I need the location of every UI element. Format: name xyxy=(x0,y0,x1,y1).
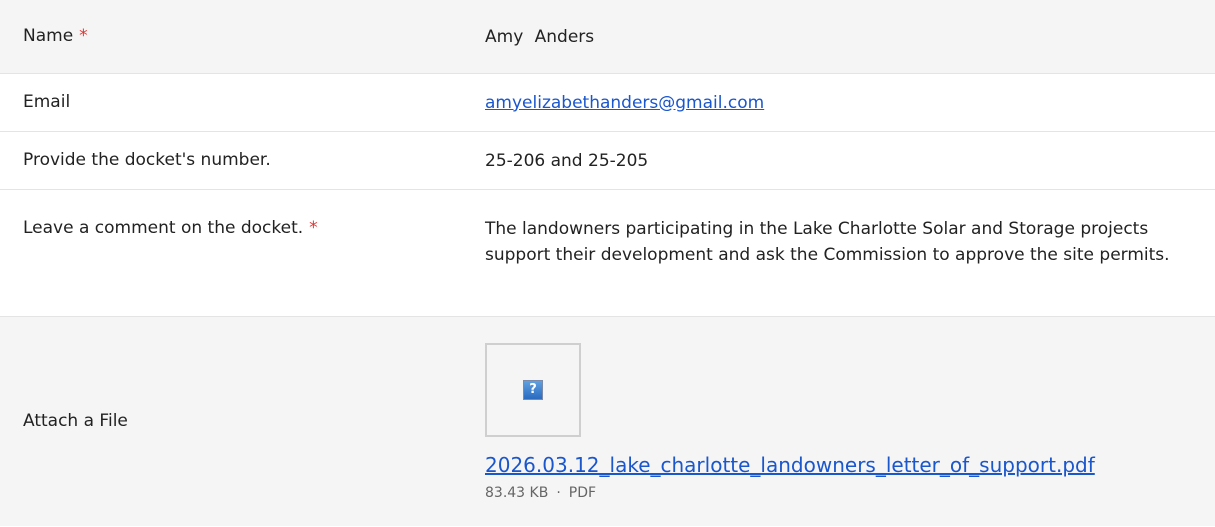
email-row: Email amyelizabethanders@gmail.com xyxy=(0,74,1215,132)
docket-number-value: 25-206 and 25-205 xyxy=(485,150,649,171)
name-row: Name * Amy Anders xyxy=(0,0,1215,74)
comment-row: Leave a comment on the docket. * The lan… xyxy=(0,190,1215,317)
file-type: PDF xyxy=(568,485,597,501)
attachment-label-cell: Attach a File xyxy=(0,317,450,526)
email-value-cell: amyelizabethanders@gmail.com xyxy=(450,74,1215,131)
attachment-thumbnail[interactable]: ? xyxy=(485,343,581,437)
comment-label: Leave a comment on the docket. xyxy=(23,218,304,238)
attachment-value-cell: ? 2026.03.12_lake_charlotte_landowners_l… xyxy=(450,317,1215,526)
docket-number-label-cell: Provide the docket's number. xyxy=(0,132,450,189)
email-label: Email xyxy=(23,92,71,112)
attachment-meta: 83.43 KB · PDF xyxy=(485,485,1095,501)
attachment-block: ? 2026.03.12_lake_charlotte_landowners_l… xyxy=(485,317,1095,501)
comment-value-cell: The landowners participating in the Lake… xyxy=(450,190,1215,316)
attachment-row: Attach a File ? 2026.03.12_lake_charlott… xyxy=(0,317,1215,526)
submission-details-table: Name * Amy Anders Email amyelizabethande… xyxy=(0,0,1215,526)
docket-number-row: Provide the docket's number. 25-206 and … xyxy=(0,132,1215,190)
name-label-cell: Name * xyxy=(0,0,450,73)
attachment-label: Attach a File xyxy=(23,411,128,431)
docket-number-label: Provide the docket's number. xyxy=(23,150,271,170)
required-marker: * xyxy=(79,26,88,46)
comment-label-cell: Leave a comment on the docket. * xyxy=(0,190,450,316)
broken-image-icon: ? xyxy=(523,380,543,400)
meta-separator: · xyxy=(556,485,561,501)
attachment-file-link[interactable]: 2026.03.12_lake_charlotte_landowners_let… xyxy=(485,453,1095,477)
docket-number-value-cell: 25-206 and 25-205 xyxy=(450,132,1215,189)
name-value: Amy Anders xyxy=(485,26,595,47)
email-label-cell: Email xyxy=(0,74,450,131)
email-link[interactable]: amyelizabethanders@gmail.com xyxy=(485,93,764,113)
name-label: Name xyxy=(23,26,74,46)
name-value-cell: Amy Anders xyxy=(450,0,1215,73)
file-size: 83.43 KB xyxy=(485,485,549,501)
required-marker: * xyxy=(309,218,318,238)
comment-value: The landowners participating in the Lake… xyxy=(485,219,1170,265)
